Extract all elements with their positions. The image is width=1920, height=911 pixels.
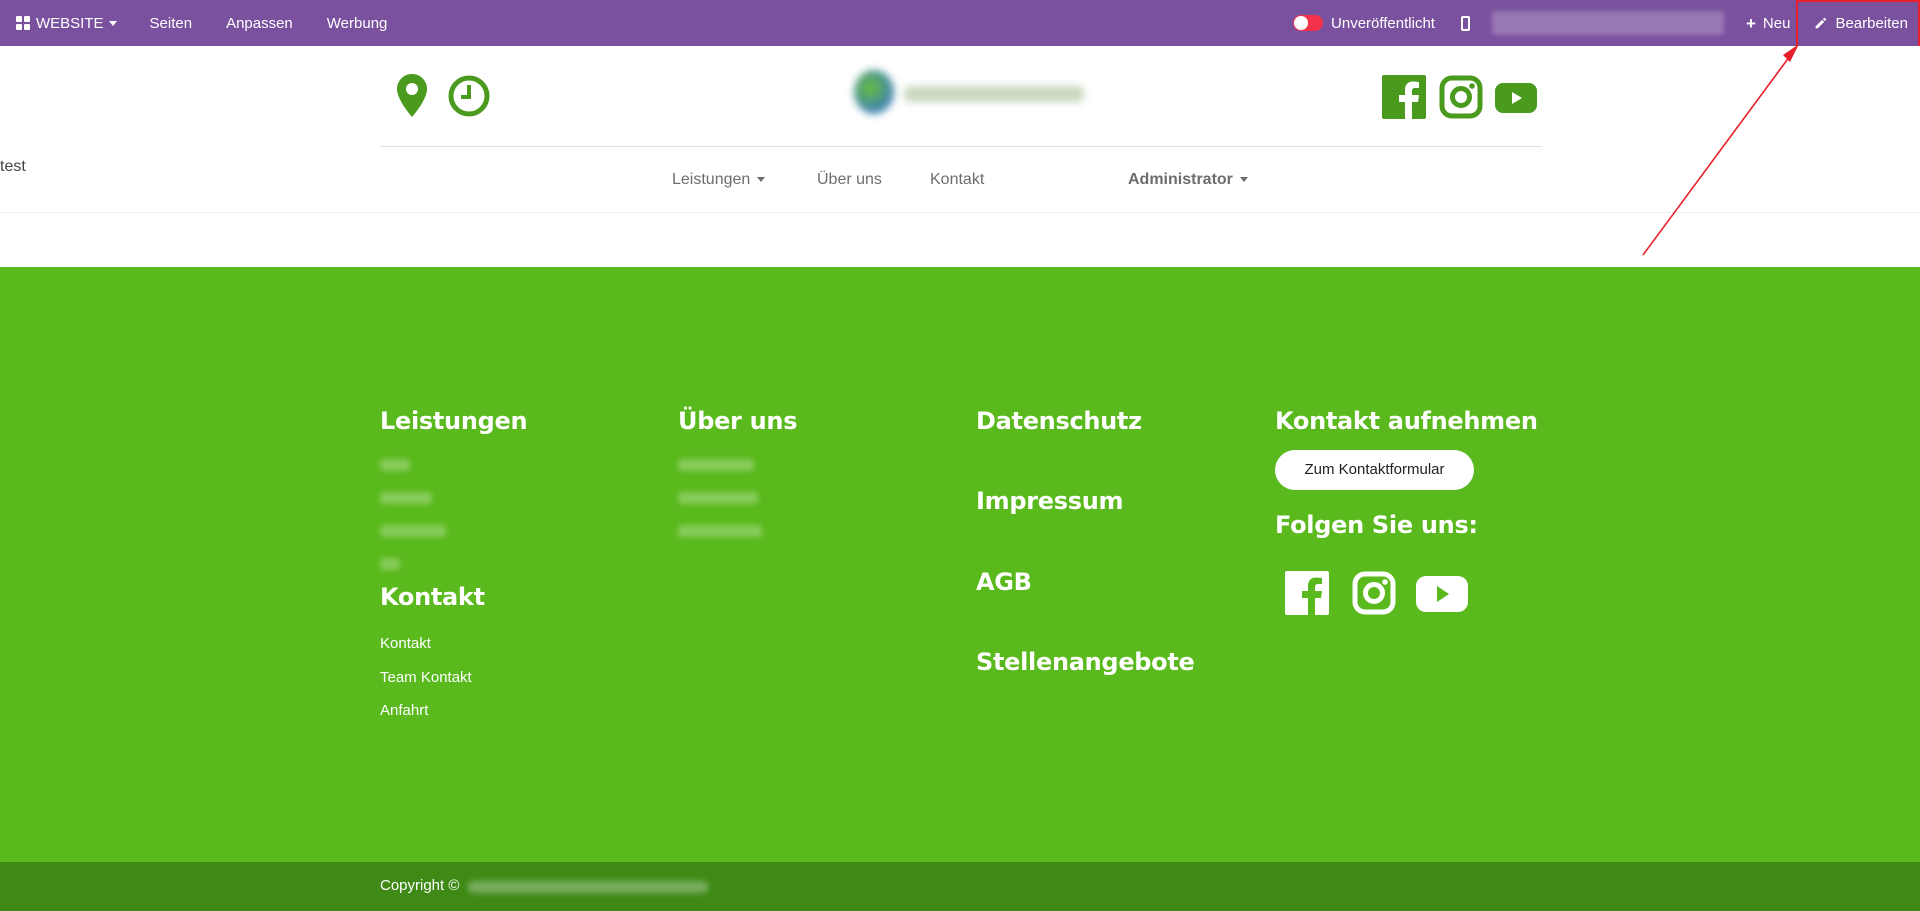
copyright-bar: Copyright ©	[0, 862, 1920, 911]
site-logo[interactable]	[840, 60, 1112, 134]
youtube-icon[interactable]	[1495, 83, 1537, 113]
pencil-icon	[1816, 17, 1827, 28]
footer-agb[interactable]: AGB	[976, 568, 1032, 596]
nav-leistungen[interactable]: Leistungen	[672, 158, 766, 202]
footer-link-anfahrt[interactable]: Anfahrt	[380, 702, 428, 719]
header-bottom-border	[0, 212, 1920, 213]
new-label: Neu	[1762, 14, 1791, 32]
website-menu-label: WEBSITE	[36, 14, 104, 32]
map-marker-icon[interactable]	[397, 74, 427, 117]
nav-administrator-label: Administrator	[1128, 171, 1233, 188]
footer-datenschutz[interactable]: Datenschutz	[976, 407, 1142, 435]
copyright-company-blurred	[468, 881, 708, 893]
nav-ueber-uns[interactable]: Über uns	[817, 158, 882, 202]
publish-toggle[interactable]: Unveröffentlicht	[1276, 0, 1449, 46]
mobile-preview-button[interactable]	[1449, 0, 1482, 46]
header-divider	[380, 146, 1542, 147]
caret-down-icon	[757, 177, 766, 183]
edit-button[interactable]: Bearbeiten	[1796, 0, 1920, 46]
caret-down-icon	[108, 20, 117, 26]
footer-contact-title: Kontakt	[380, 583, 485, 611]
menu-anpassen[interactable]: Anpassen	[209, 0, 310, 46]
contact-form-button[interactable]: Zum Kontaktformular	[1275, 450, 1474, 490]
nav-kontakt[interactable]: Kontakt	[930, 158, 984, 202]
footer-link-kontakt[interactable]: Kontakt	[380, 635, 431, 652]
footer-about-title: Über uns	[678, 407, 798, 435]
plus-icon: +	[1745, 13, 1756, 33]
footer-about-links-blurred	[678, 459, 808, 558]
main-navigation: Leistungen Über uns Kontakt Administrato…	[0, 158, 1920, 202]
instagram-icon[interactable]	[1439, 75, 1483, 119]
site-footer: Leistungen Kontakt Kontakt Team Kontakt …	[0, 267, 1920, 862]
facebook-icon[interactable]	[1382, 75, 1426, 119]
footer-link-team-kontakt[interactable]: Team Kontakt	[380, 669, 472, 686]
nav-test-active[interactable]: test	[0, 158, 26, 176]
youtube-icon[interactable]	[1416, 576, 1468, 612]
admin-bar-right: Unveröffentlicht + Neu Bearbeiten	[1276, 0, 1920, 46]
clock-icon[interactable]	[448, 75, 490, 117]
copyright-text: Copyright ©	[380, 877, 460, 894]
blurred-content	[1491, 11, 1724, 35]
admin-bar: WEBSITE Seiten Anpassen Werbung Unveröff…	[0, 0, 1920, 50]
admin-bar-left: WEBSITE Seiten Anpassen Werbung	[0, 0, 404, 46]
publish-status-label: Unveröffentlicht	[1331, 14, 1435, 32]
website-menu-button[interactable]: WEBSITE	[0, 0, 133, 46]
caret-down-icon	[1239, 177, 1248, 183]
instagram-icon[interactable]	[1352, 571, 1396, 615]
nav-leistungen-label: Leistungen	[672, 171, 751, 188]
menu-seiten[interactable]: Seiten	[133, 0, 210, 46]
apps-grid-icon	[16, 16, 30, 30]
footer-stellenangebote[interactable]: Stellenangebote	[976, 648, 1195, 676]
blurred-url-field	[1482, 0, 1734, 46]
new-button[interactable]: + Neu	[1734, 0, 1796, 46]
facebook-icon[interactable]	[1285, 571, 1329, 615]
footer-impressum[interactable]: Impressum	[976, 487, 1124, 515]
edit-label: Bearbeiten	[1835, 14, 1908, 32]
nav-administrator[interactable]: Administrator	[1128, 158, 1248, 202]
site-header: Leistungen Über uns Kontakt Administrato…	[0, 46, 1920, 213]
footer-follow-us-title: Folgen Sie uns:	[1275, 511, 1478, 539]
footer-get-in-touch-title: Kontakt aufnehmen	[1275, 407, 1538, 435]
footer-services-title: Leistungen	[380, 407, 528, 435]
menu-werbung[interactable]: Werbung	[310, 0, 405, 46]
footer-services-links-blurred	[380, 459, 480, 591]
toggle-switch-icon	[1293, 15, 1324, 31]
mobile-phone-icon	[1460, 15, 1470, 31]
